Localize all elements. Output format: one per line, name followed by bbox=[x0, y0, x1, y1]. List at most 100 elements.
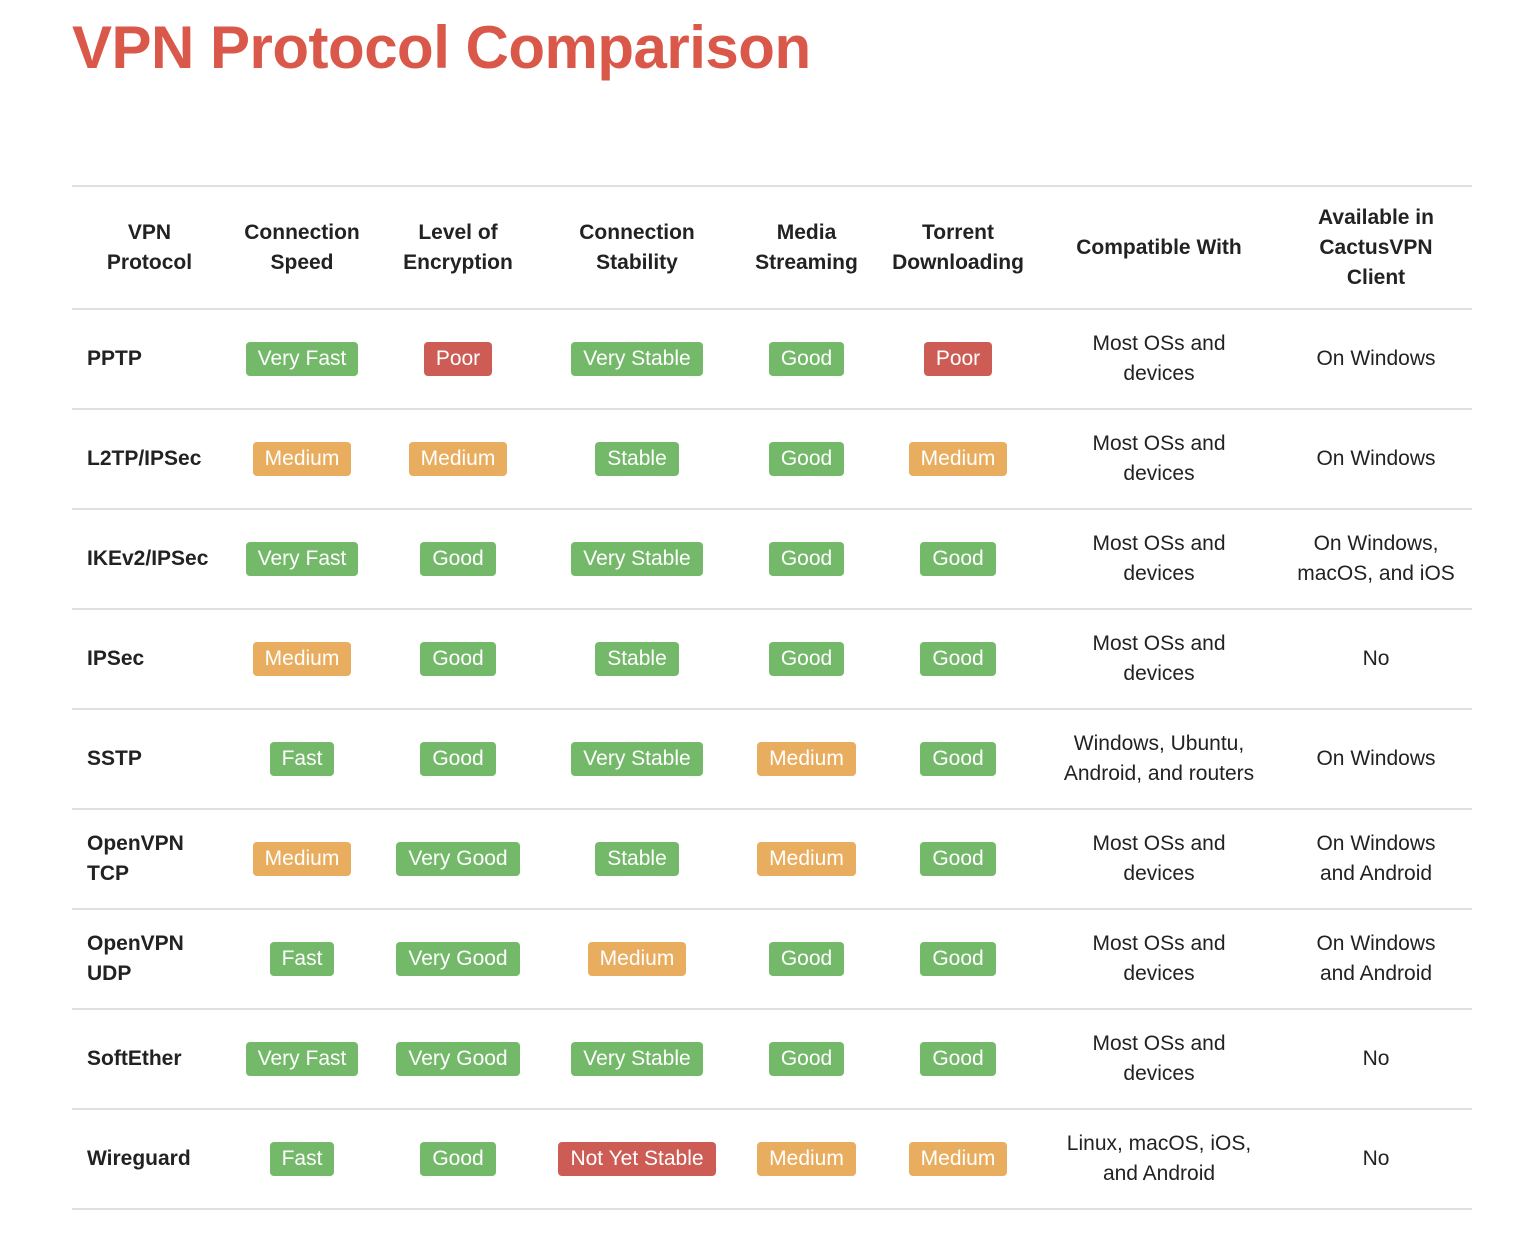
torrent-badge: Medium bbox=[908, 1142, 1008, 1176]
compatible-text: Most OSs and devices bbox=[1092, 432, 1226, 485]
column-header-label: Media Streaming bbox=[755, 220, 858, 274]
compatible-text: Linux, macOS, iOS, and Android bbox=[1066, 1132, 1252, 1185]
column-header-available-in-client: Available in CactusVPN Client bbox=[1280, 185, 1472, 309]
compatible-text: Most OSs and devices bbox=[1092, 332, 1226, 385]
encryption-badge: Very Good bbox=[396, 942, 520, 976]
speed-cell: Medium bbox=[227, 808, 377, 909]
streaming-badge: Good bbox=[768, 642, 845, 676]
stability-cell: Very Stable bbox=[539, 708, 735, 809]
table-row: OpenVPN UDP Fast Very Good Medium Good Good Mo… bbox=[72, 908, 1472, 1009]
column-header-connection-stability: Connection Stability bbox=[539, 185, 735, 309]
streaming-badge: Good bbox=[768, 542, 845, 576]
compatible-text: Most OSs and devices bbox=[1092, 832, 1226, 885]
torrent-badge: Good bbox=[920, 842, 996, 876]
compatible-cell: Most OSs and devices bbox=[1038, 908, 1280, 1009]
encryption-badge: Poor bbox=[423, 342, 493, 376]
torrent-cell: Good bbox=[878, 708, 1038, 809]
streaming-cell: Good bbox=[735, 408, 878, 509]
column-header-label: Connection Speed bbox=[244, 220, 360, 274]
protocol-cell: OpenVPN TCP bbox=[72, 808, 227, 909]
protocol-name: SSTP bbox=[87, 747, 142, 770]
speed-badge: Medium bbox=[252, 442, 352, 476]
encryption-cell: Very Good bbox=[377, 908, 539, 1009]
torrent-cell: Medium bbox=[878, 408, 1038, 509]
table-row: L2TP/IPSec Medium Medium Stable Good Medium Mo… bbox=[72, 408, 1472, 509]
streaming-badge: Medium bbox=[757, 1142, 856, 1176]
compatible-cell: Most OSs and devices bbox=[1038, 508, 1280, 609]
stability-badge: Very Stable bbox=[571, 542, 703, 576]
protocol-cell: Wireguard bbox=[72, 1108, 227, 1210]
column-header-level-of-encryption: Level of Encryption bbox=[377, 185, 539, 309]
stability-badge: Stable bbox=[595, 842, 679, 876]
column-header-label: VPN Protocol bbox=[106, 220, 193, 274]
torrent-badge: Good bbox=[920, 542, 996, 576]
available-cell: On Windows bbox=[1280, 408, 1472, 509]
compatible-cell: Most OSs and devices bbox=[1038, 408, 1280, 509]
compatible-text: Most OSs and devices bbox=[1092, 932, 1226, 985]
compatible-cell: Linux, macOS, iOS, and Android bbox=[1038, 1108, 1280, 1210]
column-header-label: Compatible With bbox=[1076, 235, 1242, 259]
available-cell: On Windows and Android bbox=[1280, 808, 1472, 909]
streaming-cell: Good bbox=[735, 508, 878, 609]
encryption-cell: Medium bbox=[377, 408, 539, 509]
torrent-cell: Good bbox=[878, 608, 1038, 709]
compatible-cell: Windows, Ubuntu, Android, and routers bbox=[1038, 708, 1280, 809]
speed-badge: Very Fast bbox=[245, 1042, 359, 1076]
available-text: No bbox=[1362, 1047, 1390, 1070]
compatible-cell: Most OSs and devices bbox=[1038, 808, 1280, 909]
vpn-comparison-table: VPN Protocol Connection Speed Level of Enc… bbox=[72, 185, 1472, 1210]
protocol-cell: IPSec bbox=[72, 608, 227, 709]
available-text: On Windows and Android bbox=[1316, 932, 1436, 985]
encryption-badge: Good bbox=[420, 642, 496, 676]
stability-badge: Stable bbox=[595, 442, 679, 476]
column-header-vpn-protocol: VPN Protocol bbox=[72, 185, 227, 309]
protocol-name: L2TP/IPSec bbox=[87, 447, 202, 470]
stability-cell: Not Yet Stable bbox=[539, 1108, 735, 1210]
stability-cell: Very Stable bbox=[539, 308, 735, 409]
streaming-cell: Medium bbox=[735, 808, 878, 909]
protocol-name: PPTP bbox=[87, 347, 142, 370]
encryption-badge: Good bbox=[420, 542, 496, 576]
stability-cell: Stable bbox=[539, 808, 735, 909]
stability-badge: Very Stable bbox=[571, 742, 703, 776]
speed-cell: Very Fast bbox=[227, 1008, 377, 1109]
stability-badge: Very Stable bbox=[571, 342, 703, 376]
table-header-row: VPN Protocol Connection Speed Level of Enc… bbox=[72, 185, 1472, 309]
table-body: PPTP Very Fast Poor Very Stable Good Poor Most… bbox=[72, 308, 1472, 1210]
streaming-cell: Medium bbox=[735, 1108, 878, 1210]
streaming-badge: Medium bbox=[757, 842, 856, 876]
available-cell: On Windows bbox=[1280, 308, 1472, 409]
stability-cell: Very Stable bbox=[539, 1008, 735, 1109]
speed-badge: Very Fast bbox=[245, 342, 359, 376]
torrent-cell: Poor bbox=[878, 308, 1038, 409]
available-text: On Windows and Android bbox=[1316, 832, 1436, 885]
torrent-cell: Medium bbox=[878, 1108, 1038, 1210]
column-header-label: Connection Stability bbox=[579, 220, 695, 274]
column-header-connection-speed: Connection Speed bbox=[227, 185, 377, 309]
column-header-label: Available in CactusVPN Client bbox=[1318, 205, 1434, 289]
speed-badge: Fast bbox=[269, 942, 335, 976]
table-row: PPTP Very Fast Poor Very Stable Good Poor Most… bbox=[72, 308, 1472, 409]
available-cell: On Windows and Android bbox=[1280, 908, 1472, 1009]
torrent-badge: Good bbox=[920, 942, 996, 976]
available-text: On Windows bbox=[1316, 447, 1436, 470]
column-header-label: Level of Encryption bbox=[403, 220, 513, 274]
encryption-cell: Very Good bbox=[377, 1008, 539, 1109]
compatible-cell: Most OSs and devices bbox=[1038, 608, 1280, 709]
streaming-cell: Good bbox=[735, 608, 878, 709]
stability-badge: Medium bbox=[587, 942, 687, 976]
protocol-cell: PPTP bbox=[72, 308, 227, 409]
compatible-cell: Most OSs and devices bbox=[1038, 308, 1280, 409]
protocol-name: OpenVPN UDP bbox=[87, 932, 184, 985]
protocol-cell: SoftEther bbox=[72, 1008, 227, 1109]
column-header-media-streaming: Media Streaming bbox=[735, 185, 878, 309]
encryption-cell: Good bbox=[377, 1108, 539, 1210]
encryption-badge: Good bbox=[420, 742, 496, 776]
protocol-name: Wireguard bbox=[87, 1147, 191, 1170]
streaming-cell: Medium bbox=[735, 708, 878, 809]
available-cell: No bbox=[1280, 1008, 1472, 1109]
compatible-text: Most OSs and devices bbox=[1092, 632, 1226, 685]
speed-cell: Medium bbox=[227, 408, 377, 509]
protocol-cell: L2TP/IPSec bbox=[72, 408, 227, 509]
table-row: Wireguard Fast Good Not Yet Stable Medium Med… bbox=[72, 1108, 1472, 1210]
